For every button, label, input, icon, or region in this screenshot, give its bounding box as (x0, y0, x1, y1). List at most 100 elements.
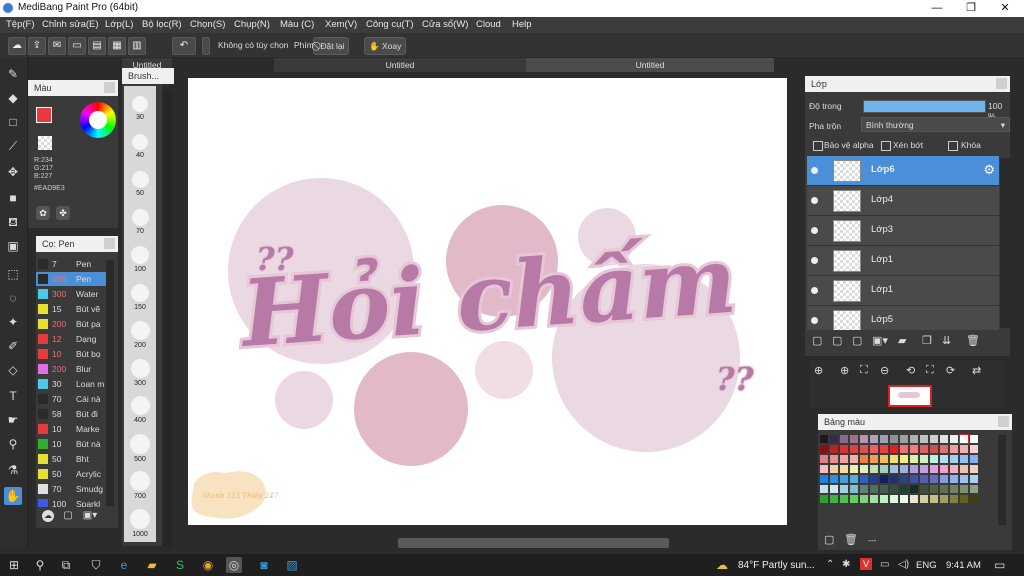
palette-swatch[interactable] (900, 475, 908, 483)
zoom-out-icon[interactable]: ⊖ (880, 364, 889, 377)
palette-swatch[interactable] (860, 495, 868, 503)
new-halftone-layer-icon[interactable]: ▢ (832, 334, 842, 347)
eyedropper-tool-icon[interactable]: ⚲ (4, 435, 22, 453)
palette-swatch[interactable] (820, 445, 828, 453)
layer-panel-close[interactable] (996, 78, 1007, 89)
palette-swatch[interactable] (940, 455, 948, 463)
palette-swatch[interactable] (870, 495, 878, 503)
volume-icon[interactable]: ◁) (898, 559, 909, 570)
brush-list-item[interactable]: 10 Bút nà (36, 437, 106, 451)
layer-row[interactable]: Lớp6 ⚙ (807, 156, 999, 186)
palette-swatch[interactable] (910, 485, 918, 493)
palette-swatch[interactable] (910, 455, 918, 463)
palette-swatch[interactable] (860, 455, 868, 463)
palette-swatch[interactable] (830, 465, 838, 473)
dropper-tool-icon[interactable]: ⚗ (4, 461, 22, 479)
palette-swatch[interactable] (970, 465, 978, 473)
palette-swatch[interactable] (960, 475, 968, 483)
folder-icon[interactable]: ▰ (898, 334, 906, 347)
palette-swatch[interactable] (840, 435, 848, 443)
visibility-eye-icon[interactable] (811, 197, 818, 204)
page-icon[interactable]: ▤ (88, 37, 106, 55)
palette-swatch[interactable] (970, 435, 978, 443)
palette-swatch[interactable] (820, 485, 828, 493)
search-icon[interactable]: ⚲ (32, 557, 48, 573)
brush-list-item[interactable]: 50 Bht (36, 452, 106, 466)
menu-view[interactable]: Xem(V) (325, 19, 357, 30)
layer-row[interactable]: Lớp1 (807, 246, 999, 276)
edge-icon[interactable]: e (116, 557, 132, 573)
palette-swatch[interactable] (970, 445, 978, 453)
menu-tools[interactable]: Công cụ(T) (366, 19, 414, 30)
palette-swatch[interactable] (930, 455, 938, 463)
palette-swatch[interactable] (850, 465, 858, 473)
palette-swatch[interactable] (910, 445, 918, 453)
palette-swatch[interactable] (900, 445, 908, 453)
palette-swatch[interactable] (890, 495, 898, 503)
visibility-eye-icon[interactable] (811, 317, 818, 324)
clip-checkbox[interactable] (881, 141, 891, 151)
palette-scrollbar[interactable] (998, 435, 1006, 525)
brush-list-item[interactable]: 70 Cái nà (36, 392, 106, 406)
fit-window-icon[interactable]: ⛶ (860, 364, 868, 377)
select-eraser-tool-icon[interactable]: ◇ (4, 361, 22, 379)
palette-swatch[interactable] (930, 475, 938, 483)
palette-swatch[interactable] (960, 485, 968, 493)
palette-swatch[interactable] (959, 434, 969, 444)
palette-swatch[interactable] (950, 445, 958, 453)
windows-start-icon[interactable]: ⊞ (6, 557, 22, 573)
brush-list-item[interactable]: 58 Bút đi (36, 407, 106, 421)
visibility-eye-icon[interactable] (811, 257, 818, 264)
folder-icon[interactable]: ▰ (144, 557, 160, 573)
minimize-button[interactable]: — (920, 0, 954, 17)
brush-list-item[interactable]: 200 Bút pa (36, 317, 106, 331)
new-8bit-layer-icon[interactable]: ▢ (852, 334, 862, 347)
zalo-icon[interactable]: ◙ (256, 557, 272, 573)
palette-swatch[interactable] (870, 445, 878, 453)
palette-swatch[interactable] (940, 495, 948, 503)
brush-size-dot[interactable] (130, 396, 150, 415)
palette-swatch[interactable] (860, 475, 868, 483)
brush-list-item[interactable]: 7 Pen (36, 257, 106, 271)
operation-tool-icon[interactable]: ☛ (4, 411, 22, 429)
comic-icon[interactable]: ▦ (108, 37, 126, 55)
color-wheel[interactable] (80, 102, 116, 138)
brush-size-dot[interactable] (131, 283, 149, 302)
language-indicator[interactable]: ENG (916, 560, 937, 571)
palette-swatch[interactable] (930, 445, 938, 453)
palette-swatch[interactable] (880, 495, 888, 503)
palette-swatch[interactable] (900, 465, 908, 473)
comment-icon[interactable]: ✉ (48, 37, 66, 55)
menu-cloud[interactable]: Cloud (476, 19, 501, 30)
visibility-eye-icon[interactable] (811, 167, 818, 174)
brush-size-dot[interactable] (132, 96, 148, 112)
palette-swatch[interactable] (890, 485, 898, 493)
brush-list-item[interactable]: 12 Dạng (36, 332, 106, 346)
palette-swatch[interactable] (930, 465, 938, 473)
layer-row[interactable]: Lớp3 (807, 216, 999, 246)
maximize-button[interactable]: ❐ (954, 0, 988, 17)
palette-swatch[interactable] (880, 455, 888, 463)
protect-alpha-checkbox[interactable] (813, 141, 823, 151)
right-scrollbar[interactable] (1012, 82, 1020, 362)
bucket-tool-icon[interactable]: ⛾ (4, 213, 22, 231)
task-view-icon[interactable]: ⧉ (58, 557, 74, 573)
new-palette-icon[interactable]: ▢ (824, 533, 834, 546)
bluetooth-icon[interactable]: ✱ (842, 559, 850, 570)
eraser-tool-icon[interactable]: ◆ (4, 89, 22, 107)
palette-swatch[interactable] (920, 495, 928, 503)
palette-swatch[interactable] (840, 445, 848, 453)
close-button[interactable]: ✕ (988, 0, 1022, 17)
chat-icon[interactable]: ▭ (68, 37, 86, 55)
palette-swatch[interactable] (850, 485, 858, 493)
palette-swatch[interactable] (920, 455, 928, 463)
visibility-eye-icon[interactable] (811, 227, 818, 234)
brush-list-item[interactable]: 300 Water (36, 287, 106, 301)
palette-swatch[interactable] (940, 445, 948, 453)
palette-swatch[interactable] (880, 475, 888, 483)
opacity-slider[interactable] (863, 100, 986, 113)
cloud-icon[interactable]: ☁ (8, 37, 26, 55)
gradient-tool-icon[interactable]: ▣ (4, 237, 22, 255)
move-tool-icon[interactable]: ✥ (4, 163, 22, 181)
blend-mode-select[interactable]: Bình thường ▾ (861, 117, 1010, 132)
